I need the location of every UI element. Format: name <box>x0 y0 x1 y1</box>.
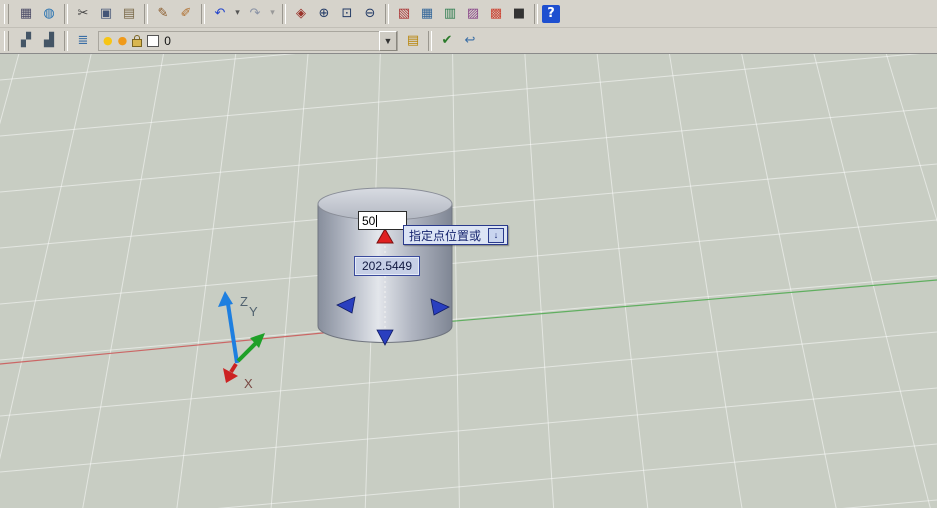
icon-cut[interactable]: ✂ <box>72 3 94 25</box>
icon-workspace-b[interactable]: ▟ <box>38 30 60 52</box>
icon-block-editor[interactable]: ✐ <box>175 3 197 25</box>
icon-plot-preview[interactable]: ▦ <box>15 3 37 25</box>
icon-zoom-previous[interactable]: ⊖ <box>359 3 381 25</box>
world-y-axis-line <box>384 279 937 328</box>
icon-markup-set-manager[interactable]: ▩ <box>485 3 507 25</box>
icon-pan-realtime[interactable]: ◈ <box>290 3 312 25</box>
text-caret <box>376 214 378 227</box>
ucs-x-axis <box>229 362 238 374</box>
icon-tool-palettes[interactable]: ▥ <box>439 3 461 25</box>
dynamic-input-value: 50 <box>362 213 376 228</box>
layer-on-bulb-icon[interactable]: ● <box>103 35 113 46</box>
icon-match-properties[interactable]: ✎ <box>152 3 174 25</box>
icon-designcenter[interactable]: ▦ <box>416 3 438 25</box>
toolbar-separator <box>385 3 389 24</box>
ucs-z-label: Z <box>240 294 248 309</box>
layers-toolbar: ▞ ▟ ≣ ● ● 0 ▼ ▤ ✔ ↩ <box>0 28 937 53</box>
icon-redo[interactable]: ↷ <box>244 3 266 25</box>
icon-zoom-window[interactable]: ⊡ <box>336 3 358 25</box>
icon-undo-dropdown[interactable]: ▾ <box>232 3 243 25</box>
layer-color-swatch <box>147 34 160 47</box>
icon-copy[interactable]: ▣ <box>95 3 117 25</box>
toolbar-grip[interactable] <box>4 3 9 24</box>
icon-zoom-realtime[interactable]: ⊕ <box>313 3 335 25</box>
ucs-y-label: Y <box>249 304 258 319</box>
viewport-3d[interactable]: Z Y X 50 指定点位置或 ↓ 202.5449 <box>0 53 937 508</box>
tooltip-text: 指定点位置或 <box>409 228 482 243</box>
icon-paste[interactable]: ▤ <box>118 3 140 25</box>
toolbar-separator <box>282 3 286 24</box>
layer-freeze-sun-icon[interactable]: ● <box>118 35 128 46</box>
ucs-z-axis <box>226 303 239 364</box>
icon-sheet-set-manager[interactable]: ▨ <box>462 3 484 25</box>
icon-publish-web[interactable]: ◍ <box>38 3 60 25</box>
icon-layer-previous[interactable]: ↩ <box>459 30 481 52</box>
toolbar-grip[interactable] <box>4 30 9 51</box>
icon-layer-properties-manager[interactable]: ≣ <box>72 30 94 52</box>
down-arrow-key-icon: ↓ <box>488 227 505 243</box>
dynamic-input-tooltip: 指定点位置或 ↓ <box>403 225 509 245</box>
layer-combo-dropdown-arrow[interactable]: ▼ <box>379 30 397 51</box>
icon-workspace-a[interactable]: ▞ <box>15 30 37 52</box>
layer-lock-icon[interactable] <box>132 34 143 47</box>
ucs-x-label: X <box>244 376 253 391</box>
current-layer-name: 0 <box>164 33 171 48</box>
toolbar-separator <box>64 30 68 51</box>
dimension-value: 202.5449 <box>361 259 413 273</box>
icon-undo[interactable]: ↶ <box>209 3 231 25</box>
icon-help[interactable]: ? <box>542 4 560 23</box>
dynamic-input-field[interactable]: 50 <box>358 211 407 230</box>
ucs-z-arrowhead <box>218 291 233 307</box>
icon-make-layer-current[interactable]: ✔ <box>436 30 458 52</box>
toolbar-separator <box>64 3 68 24</box>
scene-canvas: Z Y X <box>0 54 937 508</box>
standard-toolbar: ▦ ◍ ✂ ▣ ▤ ✎ ✐ ↶ ▾ ↷ ▾ ◈ ⊕ ⊡ ⊖ ▧ ▦ ▥ ▨ ▩ ■? <box>0 0 937 28</box>
toolbar-separator <box>534 3 538 24</box>
dynamic-dimension-field[interactable]: 202.5449 <box>354 256 420 276</box>
toolbar-separator <box>428 30 432 51</box>
layers-toolbar-left: ▞ ▟ ≣ <box>2 30 94 52</box>
layer-combo[interactable]: ● ● 0 ▼ <box>98 30 398 51</box>
icon-layer-states[interactable]: ▤ <box>402 30 424 52</box>
icon-quickcalc[interactable]: ■ <box>508 3 530 25</box>
ground-grid <box>0 54 937 508</box>
toolbar-separator <box>144 3 148 24</box>
ucs-y-axis <box>236 340 259 363</box>
layers-toolbar-right: ▤ ✔ ↩ <box>402 30 481 52</box>
icon-redo-dropdown[interactable]: ▾ <box>267 3 278 25</box>
icon-properties-palette[interactable]: ▧ <box>393 3 415 25</box>
application-window: ▦ ◍ ✂ ▣ ▤ ✎ ✐ ↶ ▾ ↷ ▾ ◈ ⊕ ⊡ ⊖ ▧ ▦ ▥ ▨ ▩ ■? ▞ ▟ ≣ ● ● 0 ▼ ▤ ✔ ↩ <box>0 0 937 508</box>
toolbar-separator <box>201 3 205 24</box>
